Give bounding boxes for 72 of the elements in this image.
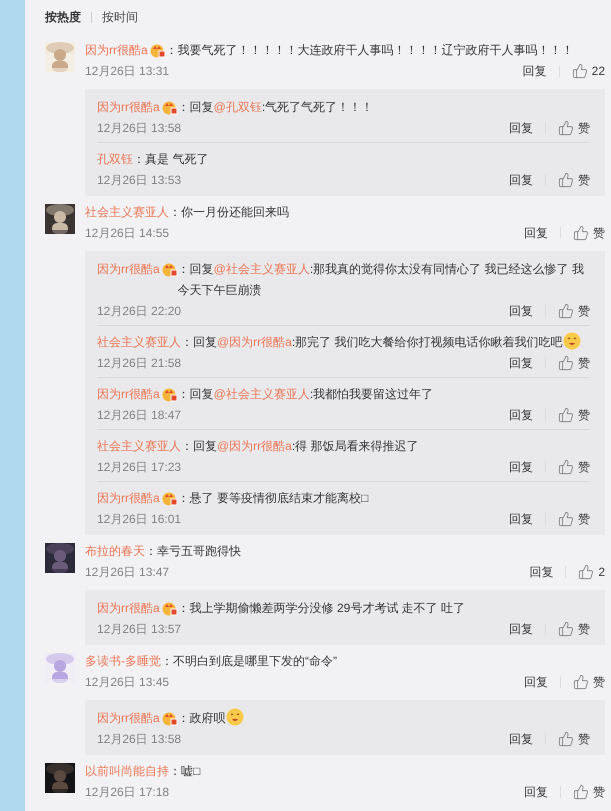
like-button[interactable]: 2 [578, 564, 605, 580]
like-button[interactable]: 赞 [573, 784, 605, 800]
reply-link[interactable]: 回复 [509, 620, 533, 638]
like-button[interactable]: 赞 [558, 406, 590, 424]
reply-link[interactable]: 回复 [509, 730, 533, 748]
comment-text: ：回复@因为rr很酷a:那完了 我们吃大餐给你打视频电话你瞅着我们吃吧 [181, 332, 590, 353]
comment-time: 12月26日 16:01 [97, 510, 182, 528]
comment-text: ：不明白到底是哪里下发的“命令” [161, 653, 338, 670]
thumbs-up-icon [572, 63, 588, 79]
thumbs-up-icon [578, 564, 594, 580]
reply-link[interactable]: 回复 [509, 510, 533, 528]
thumbs-up-icon [558, 303, 574, 319]
reply-link[interactable]: 回复 [509, 458, 533, 476]
like-button[interactable]: 赞 [558, 458, 590, 476]
comment-text: ：幸亏五哥跑得快 [145, 543, 242, 560]
reply-link[interactable]: 回复 [524, 674, 548, 690]
comment-time: 12月26日 21:58 [97, 354, 182, 372]
reply-link[interactable]: 回复 [509, 406, 533, 424]
reply-link[interactable]: 回复 [524, 224, 548, 242]
reply-link[interactable]: 回复 [509, 302, 533, 320]
thumbs-up-icon [558, 621, 574, 637]
comment-text: ：政府呗 [178, 708, 590, 729]
reply-link[interactable]: 回复 [509, 172, 533, 188]
thumbs-up-icon [558, 355, 574, 371]
comment-time: 12月26日 14:55 [85, 224, 170, 242]
like-button[interactable]: 赞 [558, 302, 590, 320]
sort-tab[interactable]: 按热度 [45, 8, 81, 26]
thumbs-up-icon [558, 172, 574, 188]
sort-tab[interactable]: 按时间 [102, 8, 138, 26]
comment-time: 12月26日 13:47 [85, 564, 170, 580]
comment-text: ：回复@因为rr很酷a:得 那饭局看来得推迟了 [181, 438, 420, 455]
comment-time: 12月26日 22:20 [97, 302, 182, 320]
comment-text: ：悬了 要等疫情彻底结束才能离校□ [178, 490, 370, 507]
comment-text: ：你一月份还能回来吗 [169, 204, 290, 221]
reply-link[interactable]: 回复 [509, 120, 533, 136]
comment-text: ：我要气死了！！！！！大连政府干人事吗！！！！辽宁政府干人事吗！！！ [166, 42, 575, 59]
thumbs-up-icon [558, 120, 574, 136]
reply-link[interactable]: 回复 [529, 564, 554, 580]
thumbs-up-icon [558, 731, 574, 747]
like-button[interactable]: 赞 [558, 510, 590, 528]
comment-time: 12月26日 13:57 [97, 620, 182, 638]
like-button[interactable]: 赞 [558, 354, 590, 372]
like-button[interactable]: 赞 [573, 224, 605, 242]
like-button[interactable]: 赞 [558, 730, 590, 748]
like-button[interactable]: 赞 [558, 620, 590, 638]
comment-text: ：回复@孔双钰:气死了气死了！！！ [178, 99, 374, 116]
thumbs-up-icon [558, 511, 574, 527]
thumbs-up-icon [558, 407, 574, 423]
thumbs-up-icon [573, 784, 589, 800]
reply-link[interactable]: 回复 [524, 784, 548, 800]
comment-time: 12月26日 17:18 [85, 784, 170, 800]
reply-link[interactable]: 回复 [509, 354, 533, 372]
comment-time: 12月26日 13:45 [85, 674, 170, 690]
like-button[interactable]: 赞 [558, 172, 590, 188]
comment-text: ：回复@社会主义赛亚人:那我真的觉得你太没有同情心了 我已经这么惨了 我今天下午巨崩溃 [178, 261, 585, 299]
comment-time: 12月26日 13:58 [97, 730, 182, 748]
comment-time: 12月26日 13:58 [97, 120, 182, 136]
comment-text: ：嘘□ [169, 763, 202, 780]
like-button[interactable]: 赞 [573, 674, 605, 690]
comment-time: 12月26日 18:47 [97, 406, 182, 424]
comment-time: 12月26日 17:23 [97, 458, 182, 476]
comment-text: ：真是 气死了 [133, 151, 210, 168]
comment-text: ：我上学期偷懒差两学分没修 29号才考试 走不了 吐了 [178, 600, 466, 617]
reply-link[interactable]: 回复 [522, 62, 547, 80]
like-button[interactable]: 赞 [558, 120, 590, 136]
thumbs-up-icon [558, 459, 574, 475]
comment-text: ：回复@社会主义赛亚人:我都怕我要留这过年了 [178, 386, 434, 403]
comment-time: 12月26日 13:31 [85, 62, 170, 80]
like-button[interactable]: 22 [572, 63, 605, 79]
thumbs-up-icon [573, 225, 589, 241]
comment-time: 12月26日 13:53 [97, 172, 182, 188]
thumbs-up-icon [573, 674, 589, 690]
